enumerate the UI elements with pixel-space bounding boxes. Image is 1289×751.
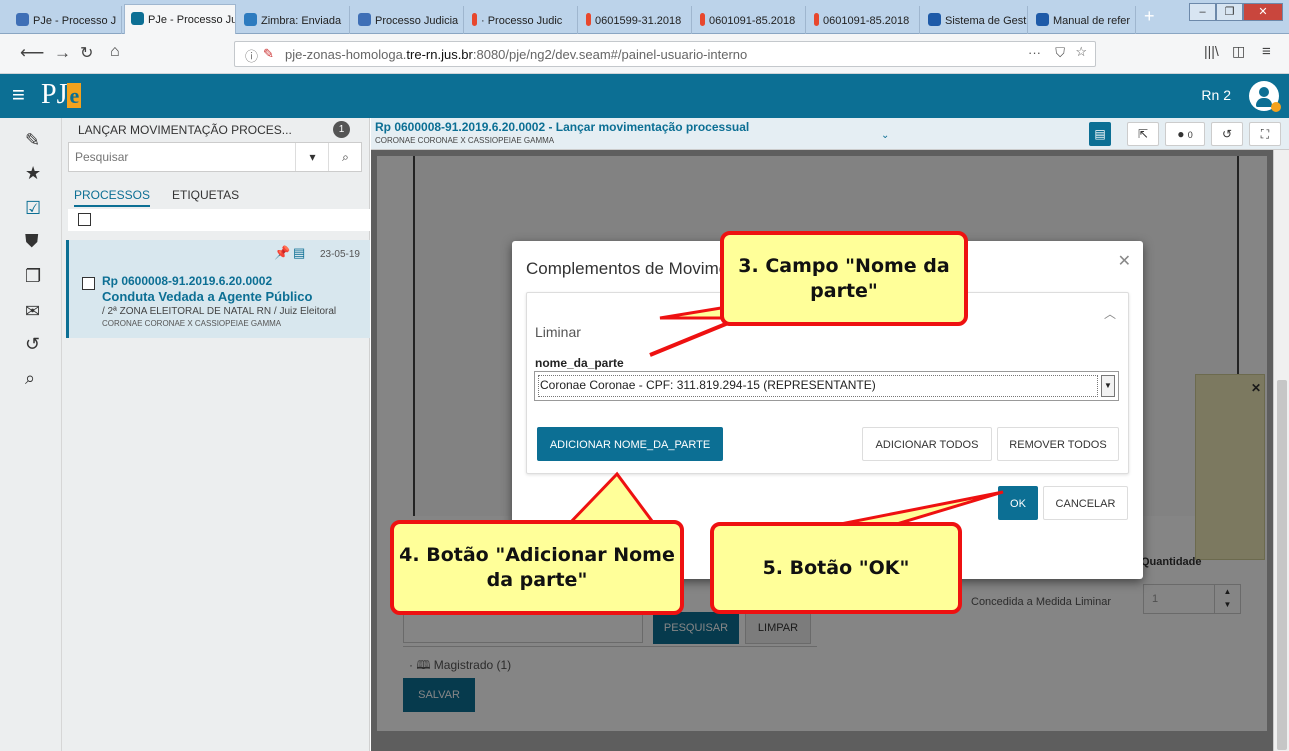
cancel-button[interactable]: CANCELAR (1043, 486, 1128, 520)
nome-parte-select[interactable]: Coronae Coronae - CPF: 311.819.294-15 (R… (534, 371, 1119, 401)
task-title[interactable]: LANÇAR MOVIMENTAÇÃO PROCES... (78, 123, 292, 137)
process-number[interactable]: Rp 0600008-91.2019.6.20.0002 (102, 274, 272, 288)
tab-favicon-icon (586, 13, 591, 26)
bookmark-star-icon[interactable]: ☆ (1075, 44, 1087, 60)
page-title: Rp 0600008-91.2019.6.20.0002 - Lançar mo… (375, 120, 750, 134)
app-header: ≡ PJe Rn 2 (0, 74, 1289, 118)
window-controls: – ❐ ✕ (1189, 3, 1283, 21)
new-tab-icon[interactable]: + (1144, 6, 1155, 27)
checkbox-icon[interactable]: ☑ (25, 198, 41, 219)
task-panel: LANÇAR MOVIMENTAÇÃO PROCES... 1 ▾ ⌕ PROC… (62, 118, 370, 751)
field-label: nome_da_parte (535, 356, 624, 370)
tab-favicon-icon (358, 13, 371, 26)
page-subtitle: CORONAE CORONAE X CASSIOPEIAE GAMMA (375, 136, 555, 145)
task-count-badge: 1 (333, 121, 350, 138)
tab-favicon-icon (1036, 13, 1049, 26)
tab-favicon-icon (928, 13, 941, 26)
chevron-down-icon[interactable]: ⌄ (881, 130, 889, 141)
maximize-icon[interactable]: ❐ (1216, 3, 1243, 21)
process-card[interactable]: 📌 ▤ 23-05-19 Rp 0600008-91.2019.6.20.000… (66, 240, 370, 338)
copy-icon[interactable]: ❐ (25, 266, 41, 287)
add-all-button[interactable]: ADICIONAR TODOS (862, 427, 992, 461)
browser-tab[interactable]: Processo Judicia (352, 6, 464, 34)
pje-logo[interactable]: PJe (41, 79, 82, 111)
section-title: Liminar (535, 324, 581, 340)
pocket-icon[interactable]: ⛉ (1055, 45, 1065, 61)
browser-tab[interactable]: · Processo Judic (466, 6, 578, 34)
library-icon[interactable]: |||\ (1204, 43, 1219, 59)
reload-icon[interactable]: ↻ (80, 43, 93, 63)
process-parties: CORONAE CORONAE X CASSIOPEIAE GAMMA (102, 319, 282, 328)
callout-step-3: 3. Campo "Nome da parte" (720, 231, 968, 326)
home-icon[interactable]: ⌂ (110, 43, 120, 61)
sidebar-icon[interactable]: ◫ (1232, 43, 1245, 60)
process-checkbox[interactable] (82, 277, 95, 290)
tab-favicon-icon (700, 13, 705, 26)
side-icon-bar: ✎ ★ ☑ ⛊ ❐ ✉ ↺ ⌕ (0, 118, 62, 751)
tags-icon[interactable]: ⛊ (25, 231, 39, 252)
back-icon[interactable]: ⟵ (20, 43, 44, 63)
browser-tab[interactable]: Sistema de Gest (922, 6, 1028, 34)
chevron-up-icon[interactable]: ︿ (1104, 305, 1116, 322)
ok-button[interactable]: OK (998, 486, 1038, 520)
tab-favicon-icon (131, 12, 144, 25)
browser-tab-active[interactable]: PJe - Processo Ju ✕ (124, 4, 236, 34)
browser-tab[interactable]: 0601599-31.2018 (580, 6, 692, 34)
tab-favicon-icon (472, 13, 477, 26)
callout-step-4: 4. Botão "Adicionar Nome da parte" (390, 520, 684, 615)
tag-icon[interactable]: ● 0 (1165, 122, 1205, 146)
task-search: ▾ ⌕ (68, 142, 362, 172)
select-all-row (68, 209, 370, 231)
process-orgao: / 2ª ZONA ELEITORAL DE NATAL RN / Juiz E… (102, 306, 337, 317)
browser-tab[interactable]: Manual de refer (1030, 6, 1136, 34)
add-nome-parte-button[interactable]: ADICIONAR NOME_DA_PARTE (537, 427, 723, 461)
history-icon[interactable]: ↺ (1211, 122, 1243, 146)
page-actions-icon[interactable]: ··· (1028, 45, 1041, 60)
avatar[interactable] (1249, 81, 1281, 112)
search-button-icon[interactable]: ⌕ (328, 143, 362, 171)
browser-tab[interactable]: 0601091-85.2018 (808, 6, 920, 34)
hamburger-menu-icon[interactable]: ≡ (12, 82, 25, 108)
process-date: 23-05-19 (319, 249, 360, 260)
remove-all-button[interactable]: REMOVER TODOS (997, 427, 1119, 461)
tab-favicon-icon (244, 13, 257, 26)
note-icon[interactable]: ▤ (293, 245, 305, 261)
minimize-icon[interactable]: – (1189, 3, 1216, 21)
browser-tab[interactable]: PJe - Processo J (10, 6, 122, 34)
tab-processos[interactable]: PROCESSOS (74, 188, 151, 207)
tab-favicon-icon (16, 13, 29, 26)
browser-tab[interactable]: Zimbra: Enviada (238, 6, 350, 34)
browser-nav-bar: ⟵ → ↻ ⌂ ⓘ ✎ pje-zonas-homologa.tre-rn.ju… (0, 34, 1289, 74)
process-class: Conduta Vedada a Agente Público (102, 289, 313, 304)
share-icon[interactable]: ⇱ (1127, 122, 1159, 146)
star-icon[interactable]: ★ (25, 163, 41, 184)
caret-down-icon[interactable]: ▾ (295, 143, 329, 171)
user-name[interactable]: Rn 2 (1201, 87, 1231, 103)
envelope-icon[interactable]: ✉ (25, 301, 40, 322)
window-close-icon[interactable]: ✕ (1243, 3, 1283, 21)
tab-etiquetas[interactable]: ETIQUETAS (172, 188, 239, 202)
scrollbar[interactable] (1273, 150, 1289, 751)
forward-icon[interactable]: → (54, 43, 71, 63)
pencil-icon[interactable]: ✎ (25, 130, 40, 151)
modal-title: Complementos de Movimento (526, 259, 752, 278)
menu-icon[interactable]: ≡ (1262, 43, 1271, 60)
process-toolbar: Rp 0600008-91.2019.6.20.0002 - Lançar mo… (371, 118, 1289, 150)
browser-tab[interactable]: 0601091-85.2018 (694, 6, 806, 34)
document-icon[interactable]: ▤ (1089, 122, 1111, 146)
tab-favicon-icon (814, 13, 819, 26)
pin-icon[interactable]: 📌 (274, 245, 290, 261)
callout-step-5: 5. Botão "OK" (710, 522, 962, 614)
close-icon[interactable]: ✕ (1118, 251, 1131, 271)
search-icon[interactable]: ⌕ (25, 368, 35, 389)
chevron-down-icon[interactable]: ▼ (1101, 375, 1115, 397)
url-bar[interactable]: ⓘ ✎ pje-zonas-homologa.tre-rn.jus.br:808… (234, 41, 1096, 67)
info-icon[interactable]: ⓘ (245, 46, 258, 65)
browser-tab-bar: PJe - Processo J PJe - Processo Ju ✕ Zim… (0, 0, 1289, 34)
search-input[interactable] (69, 143, 295, 171)
fullscreen-icon[interactable]: ⛶ (1249, 122, 1281, 146)
history-icon[interactable]: ↺ (25, 334, 40, 355)
insecure-lock-icon: ✎ (263, 46, 274, 61)
select-all-checkbox[interactable] (78, 213, 91, 226)
